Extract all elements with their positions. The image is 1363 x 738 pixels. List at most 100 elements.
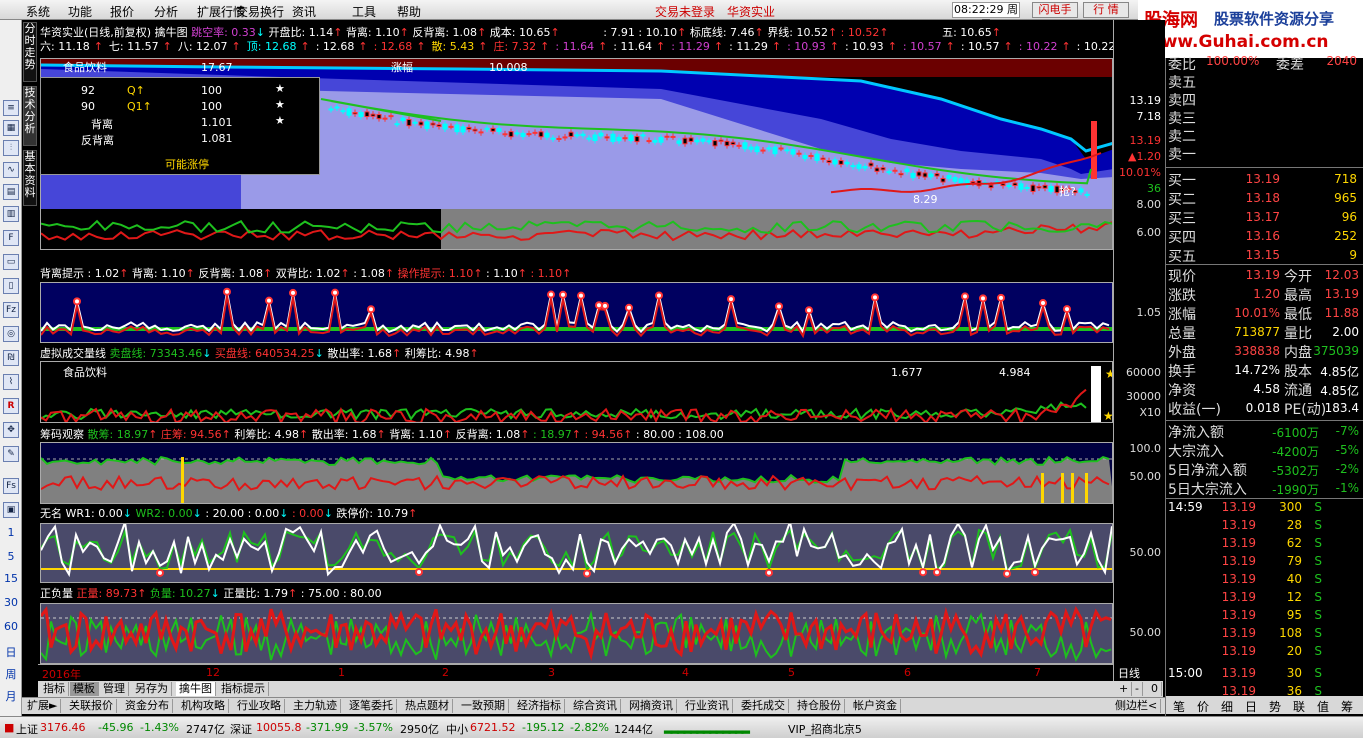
menu-extended[interactable]: 交易换行 xyxy=(236,3,284,20)
buy-level-3: 买三 xyxy=(1168,211,1196,227)
sell-level-5: 卖五 xyxy=(1168,75,1196,91)
tab-template[interactable]: 模板 xyxy=(70,682,99,696)
zoom-in-button[interactable]: + xyxy=(1116,682,1133,696)
tab-news[interactable]: 综合资讯 xyxy=(570,699,621,713)
quote-tab-0[interactable]: 笔 xyxy=(1168,698,1190,715)
tab-institution[interactable]: 机构攻略 xyxy=(178,699,229,713)
sell-level-4: 卖四 xyxy=(1168,93,1196,109)
menu-tools[interactable]: 帮助 xyxy=(397,3,421,20)
period-week[interactable]: 周 xyxy=(2,666,20,682)
tab-extend[interactable]: 扩展► xyxy=(24,699,62,713)
sell-level-1: 卖一 xyxy=(1168,147,1196,163)
tab-manage[interactable]: 管理 xyxy=(100,682,129,696)
quote-tab-4[interactable]: 势 xyxy=(1264,698,1286,715)
fiz-icon[interactable]: Fz xyxy=(3,302,19,318)
reset-button[interactable]: 0 xyxy=(1148,682,1162,696)
volume-chart: 食品饮料 1.677 4.984 ★ ★ xyxy=(41,365,1113,422)
window-icon[interactable]: ▣ xyxy=(3,502,19,518)
tab-qinniutu[interactable]: 擒牛图 xyxy=(176,682,216,696)
volume-pane: 食品饮料 1.677 4.984 ★ ★ xyxy=(40,361,1113,423)
period-1[interactable]: 1 xyxy=(2,526,20,539)
tab-fund-dist[interactable]: 资金分布 xyxy=(122,699,173,713)
tab-indicator-tip[interactable]: 指标提示 xyxy=(218,682,269,696)
posneg-pane xyxy=(40,603,1113,664)
quote-tab-7[interactable]: 筹 xyxy=(1336,698,1358,715)
divergence-header: 背离提示 : 1.02↑ 背离: 1.10↑ 反背离: 1.08↑ 双背比: 1… xyxy=(40,267,572,280)
sidebar-toggle[interactable]: 侧边栏< xyxy=(1112,699,1162,713)
tab-save-as[interactable]: 另存为 xyxy=(132,682,172,696)
header-value: : 12.68 xyxy=(373,40,413,53)
header-value: : 10.57 xyxy=(960,40,1000,53)
tab-technical[interactable]: 技术分析 xyxy=(23,86,37,146)
period-5[interactable]: 5 xyxy=(2,550,20,563)
ring-icon[interactable]: ◎ xyxy=(3,326,19,342)
chip-chart xyxy=(41,455,1112,503)
header-value: : 10.57 xyxy=(902,40,942,53)
tab-econ[interactable]: 经济指标 xyxy=(514,699,565,713)
quote-tab-3[interactable]: 日 xyxy=(1240,698,1262,715)
main-header-2: 六: 11.18 ↑ 七: 11.57 ↑ 八: 12.07 ↑ 顶: 12.68 ↑: 12… xyxy=(40,40,1129,53)
rise-label: 涨幅 xyxy=(391,61,413,74)
move-icon[interactable]: ✥ xyxy=(3,422,19,438)
tab-indicator[interactable]: 指标 xyxy=(40,682,69,696)
function-tabs: 扩展► 关联报价 资金分布 机构攻略 行业攻略 主力轨迹 逐笔委托 热点题材 一… xyxy=(22,697,1165,714)
tab-fundamental[interactable]: 基本资料 xyxy=(23,150,37,206)
table-icon[interactable]: ▥ xyxy=(3,206,19,222)
volume-value-2: 4.984 xyxy=(999,366,1031,379)
volume-value-1: 1.677 xyxy=(891,366,923,379)
tab-account[interactable]: 帐户资金 xyxy=(850,699,901,713)
tab-hot-topic[interactable]: 热点题材 xyxy=(402,699,453,713)
tab-related-quote[interactable]: 关联报价 xyxy=(66,699,117,713)
rsi-icon[interactable]: R xyxy=(3,398,19,414)
volume-sector-label: 食品饮料 xyxy=(63,365,107,379)
tab-positions[interactable]: 持仓股份 xyxy=(794,699,845,713)
divergence-chart xyxy=(41,287,1112,339)
doc-icon[interactable]: ▭ xyxy=(3,254,19,270)
fs-icon[interactable]: Fs xyxy=(3,478,19,494)
menu-system[interactable]: 系统 xyxy=(26,3,50,20)
menu-trade[interactable]: 资讯 xyxy=(292,3,316,20)
f10-icon[interactable]: F xyxy=(3,230,19,246)
zoom-out-button[interactable]: - xyxy=(1132,682,1143,696)
list-icon[interactable]: ≡ xyxy=(3,100,19,116)
tab-consensus[interactable]: 一致预期 xyxy=(458,699,509,713)
menu-price[interactable]: 分析 xyxy=(154,3,178,20)
grid-icon[interactable]: ▦ xyxy=(3,120,19,136)
login-status[interactable]: 交易未登录 xyxy=(655,3,715,20)
tab-orders[interactable]: 委托成交 xyxy=(738,699,789,713)
menu-quote[interactable]: 报价 xyxy=(110,3,134,20)
pencil-icon[interactable]: ✎ xyxy=(3,446,19,462)
menu-news[interactable]: 工具 xyxy=(352,3,376,20)
rise-value: 10.008 xyxy=(489,61,528,74)
period-60[interactable]: 60 xyxy=(2,620,20,633)
trend-icon[interactable]: ∿ xyxy=(3,162,19,178)
period-15[interactable]: 15 xyxy=(2,572,20,585)
flash-trade-button[interactable]: 闪电手 xyxy=(1032,2,1078,18)
period-30[interactable]: 30 xyxy=(2,596,20,609)
quote-tab-1[interactable]: 价 xyxy=(1192,698,1214,715)
tab-main-trace[interactable]: 主力轨迹 xyxy=(290,699,341,713)
header-value: 八: 12.07 xyxy=(177,40,228,53)
tab-intraday[interactable]: 分时走势 xyxy=(23,22,37,82)
quote-tab-5[interactable]: 联 xyxy=(1288,698,1310,715)
signal-info-box: 92 Q↑ 100 ★ 90 Q1↑ 100 ★ 背离 1.101 ★ 反背离 1.081 可能涨… xyxy=(40,77,320,175)
tab-industry-news[interactable]: 行业资讯 xyxy=(682,699,733,713)
macd-icon[interactable]: ⌇ xyxy=(3,374,19,390)
quote-button[interactable]: 行 情 xyxy=(1083,2,1129,18)
kline-icon[interactable]: ⫶ xyxy=(3,140,19,156)
chart-icon[interactable]: ▤ xyxy=(3,184,19,200)
tab-web-news[interactable]: 网摘资讯 xyxy=(626,699,677,713)
period-day[interactable]: 日 xyxy=(2,644,20,660)
period-month[interactable]: 月 xyxy=(2,688,20,704)
menu-function[interactable]: 功能 xyxy=(68,3,92,20)
quote-tab-2[interactable]: 细 xyxy=(1216,698,1238,715)
header-value: : 11.64 xyxy=(555,40,595,53)
book-icon[interactable]: ▯ xyxy=(3,278,19,294)
svg-text:★: ★ xyxy=(1105,367,1113,381)
quote-tab-6[interactable]: 值 xyxy=(1312,698,1334,715)
vip-channel[interactable]: VIP_招商北京5 xyxy=(788,721,862,737)
sell-level-2: 卖二 xyxy=(1168,129,1196,145)
fund-icon[interactable]: ₪ xyxy=(3,350,19,366)
tab-industry[interactable]: 行业攻略 xyxy=(234,699,285,713)
tab-order-detail[interactable]: 逐笔委托 xyxy=(346,699,397,713)
